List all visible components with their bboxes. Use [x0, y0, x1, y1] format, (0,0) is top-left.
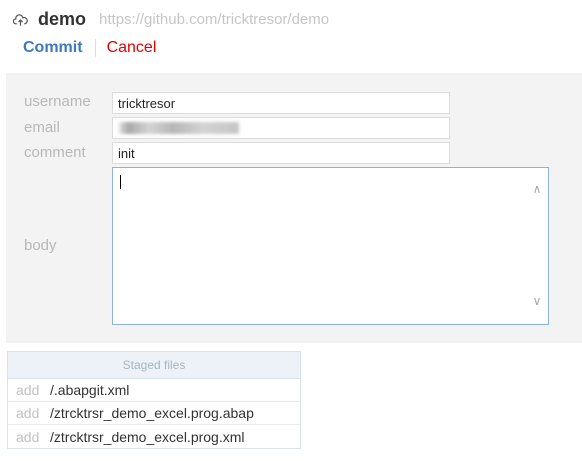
file-name: /ztrcktrsr_demo_excel.prog.xml [50, 428, 245, 445]
chevron-up-icon[interactable]: ∧ [531, 183, 543, 195]
email-value-redacted [119, 122, 239, 134]
comment-label: comment [24, 144, 86, 161]
repo-url[interactable]: https://github.com/tricktresor/demo [99, 11, 329, 28]
file-name: /ztrcktrsr_demo_excel.prog.abap [50, 405, 254, 421]
file-status: add [16, 405, 40, 421]
page-header: demo https://github.com/tricktresor/demo… [0, 0, 582, 70]
email-field[interactable] [112, 117, 450, 139]
file-status: add [16, 382, 40, 398]
table-row: add /.abapgit.xml [8, 379, 300, 402]
text-caret [120, 175, 121, 189]
comment-field[interactable] [112, 142, 450, 164]
username-field[interactable] [112, 92, 450, 114]
body-label: body [24, 237, 57, 254]
commit-button[interactable]: Commit [23, 39, 83, 57]
staged-files-table: Staged files add /.abapgit.xml add /ztrc… [7, 351, 301, 449]
staged-files-header: Staged files [8, 352, 300, 379]
repo-title-line: demo https://github.com/tricktresor/demo [13, 9, 329, 30]
chevron-down-icon[interactable]: ∨ [531, 295, 543, 307]
username-label: username [24, 93, 91, 110]
file-status: add [16, 428, 40, 445]
table-row: add /ztrcktrsr_demo_excel.prog.xml [8, 425, 300, 448]
action-separator [94, 39, 96, 57]
table-row: add /ztrcktrsr_demo_excel.prog.abap [8, 402, 300, 425]
repo-name: demo [38, 9, 87, 29]
commit-form: username email comment body ∧ ∨ [6, 73, 582, 343]
cloud-upload-icon [13, 13, 28, 26]
body-textarea[interactable]: ∧ ∨ [112, 167, 549, 325]
action-bar: Commit Cancel [23, 39, 156, 57]
cancel-button[interactable]: Cancel [107, 39, 157, 57]
email-label: email [24, 119, 60, 136]
file-name: /.abapgit.xml [50, 382, 130, 398]
